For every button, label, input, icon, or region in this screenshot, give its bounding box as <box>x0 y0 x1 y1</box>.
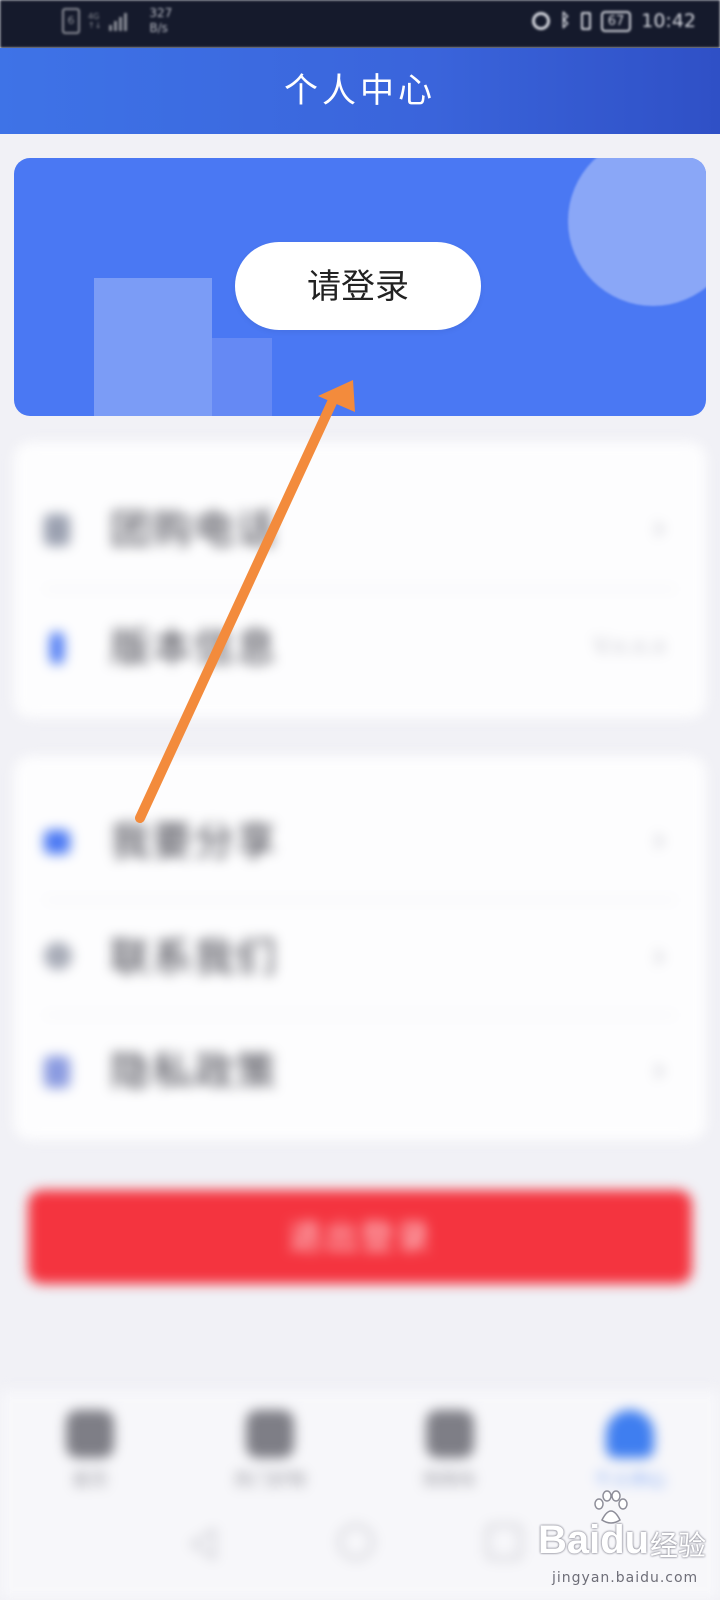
menu-item-version[interactable]: 版本信息 V.x.x.x <box>14 590 706 705</box>
tab-label: 首页 <box>72 1470 108 1491</box>
shop-icon <box>246 1410 294 1458</box>
page-title: 个人中心 <box>284 71 436 111</box>
bluetooth-icon: ᛒ <box>559 10 571 31</box>
menu-card-more: 我要分享 › 联系我们 › 隐私政策 › <box>14 756 706 1140</box>
menu-item-phone[interactable]: 团购电话 › <box>14 472 706 587</box>
menu-card-info: 团购电话 › 版本信息 V.x.x.x <box>14 442 706 718</box>
chevron-right-icon: › <box>652 820 666 860</box>
blurred-content: 团购电话 › 版本信息 V.x.x.x 我要分享 › 联系我们 › 隐私政策 ›… <box>0 430 720 1600</box>
watermark-suffix: 经验 <box>650 1529 707 1562</box>
logout-button[interactable]: 退出登录 <box>28 1190 692 1284</box>
menu-item-label: 隐私政策 <box>110 1049 278 1095</box>
phone-icon <box>44 514 70 546</box>
clock: 10:42 <box>641 10 696 32</box>
user-icon <box>606 1410 654 1458</box>
battery-icon: 67 <box>600 10 632 32</box>
info-icon <box>50 632 64 664</box>
menu-item-label: 我要分享 <box>110 819 278 865</box>
login-button[interactable]: 请登录 <box>235 242 481 330</box>
back-icon[interactable] <box>188 1526 218 1562</box>
recent-apps-icon[interactable] <box>486 1524 522 1560</box>
menu-item-privacy[interactable]: 隐私政策 › <box>14 1014 706 1129</box>
decorative-block <box>94 278 212 416</box>
privacy-icon <box>44 1056 70 1088</box>
network-speed: 327 B/s <box>149 6 173 35</box>
chevron-right-icon: › <box>652 1050 666 1090</box>
decorative-circle <box>568 158 706 306</box>
chevron-right-icon: › <box>652 936 666 976</box>
blur-layer: 团购电话 › 版本信息 V.x.x.x 我要分享 › 联系我们 › 隐私政策 ›… <box>0 430 720 1600</box>
home-nav-icon[interactable] <box>338 1524 374 1560</box>
cart-icon <box>426 1410 474 1458</box>
signal-icon <box>109 11 128 31</box>
status-right: ᛒ 67 10:42 <box>531 10 696 32</box>
contact-icon <box>44 942 72 970</box>
watermark-brand: Baidu <box>538 1518 650 1562</box>
menu-item-contact[interactable]: 联系我们 › <box>14 900 706 1015</box>
menu-item-label: 版本信息 <box>110 625 278 671</box>
menu-item-share[interactable]: 我要分享 › <box>14 784 706 899</box>
app-header: 个人中心 <box>0 48 720 134</box>
login-banner: 请登录 <box>14 158 706 416</box>
network-type: 4G ↑↓ <box>88 12 102 30</box>
vibrate-icon <box>580 12 591 30</box>
watermark-url: jingyan.baidu.com <box>552 1570 699 1586</box>
home-icon <box>66 1410 114 1458</box>
status-bar: 6 4G ↑↓ 327 B/s ᛒ 67 10:42 <box>0 0 720 48</box>
status-left: 6 4G ↑↓ 327 B/s <box>62 6 172 36</box>
menu-item-label: 联系我们 <box>110 935 278 981</box>
menu-item-label: 团购电话 <box>110 507 278 553</box>
tab-label: 购物车 <box>423 1470 477 1491</box>
alarm-icon <box>531 12 550 30</box>
tab-label: 热门好物 <box>234 1470 306 1491</box>
baidu-watermark: Baidu 经验 jingyan.baidu.com <box>538 1488 714 1588</box>
decorative-block <box>212 338 272 416</box>
chevron-right-icon: › <box>652 508 666 548</box>
sim-icon: 6 <box>62 8 80 34</box>
share-icon <box>44 830 70 854</box>
version-value: V.x.x.x <box>593 634 666 659</box>
